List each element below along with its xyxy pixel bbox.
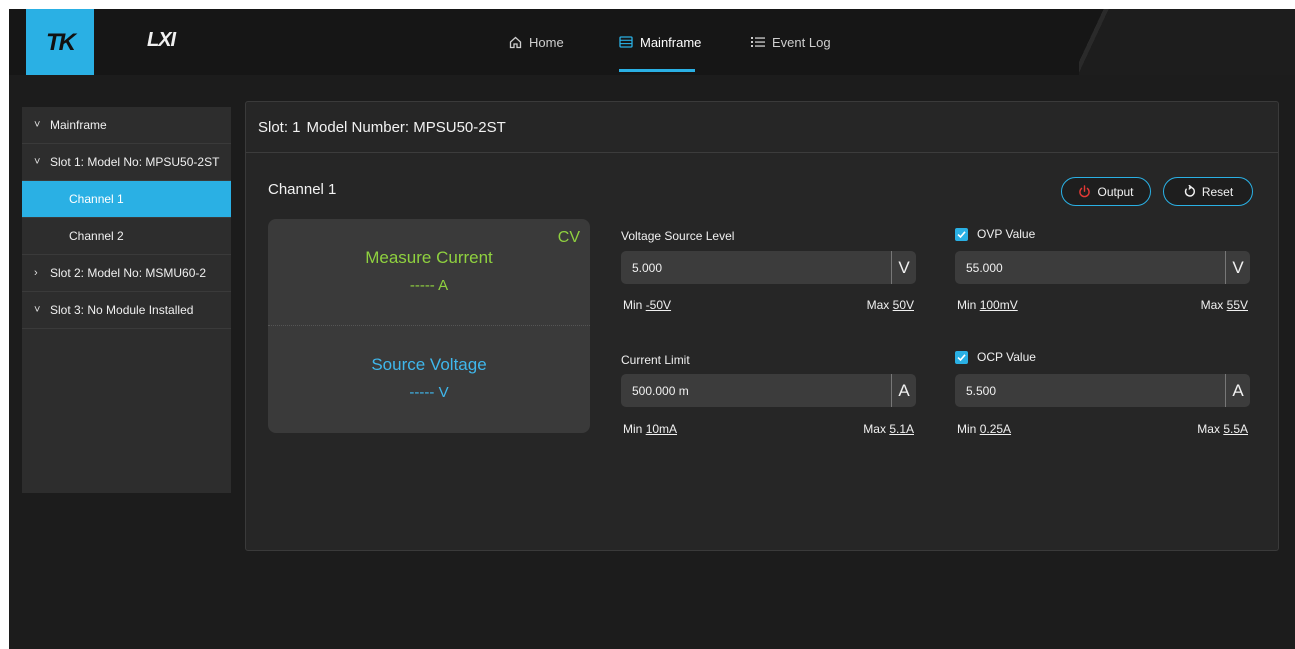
sidebar-item-label: Channel 2 [69, 229, 124, 243]
sidebar-item-slot-3[interactable]: ˅ Slot 3: No Module Installed [22, 292, 231, 329]
sidebar-item-label: Channel 1 [69, 192, 124, 206]
output-button[interactable]: Output [1061, 177, 1151, 206]
source-voltage-value: ----- V [409, 384, 449, 401]
ovp-label-row: OVP Value [955, 227, 1035, 241]
voltage-unit: V [891, 251, 916, 284]
chevron-right-icon: › [34, 267, 38, 279]
mode-indicator: CV [557, 229, 580, 246]
sidebar-item-label: Slot 2: Model No: MSMU60-2 [50, 266, 207, 280]
ovp-min: 100mV [979, 298, 1018, 312]
ovp-max: 55V [1226, 298, 1248, 312]
min-prefix: Min [957, 298, 977, 312]
voltage-source-min: -50V [645, 298, 672, 312]
max-prefix: Max [1197, 422, 1220, 436]
current-limit-input[interactable] [621, 374, 891, 407]
lxi-logo: LXI [147, 29, 176, 51]
nav-home-label: Home [529, 34, 564, 50]
sidebar-item-label: Slot 1: Model No: MPSU50-2ST [50, 155, 220, 169]
channel-title: Channel 1 [268, 181, 337, 198]
sidebar: ˅ Mainframe ˅ Slot 1: Model No: MPSU50-2… [22, 107, 231, 493]
ocp-label-row: OCP Value [955, 350, 1036, 364]
max-prefix: Max [1200, 298, 1224, 312]
min-prefix: Min [957, 422, 977, 436]
ovp-field: V [955, 251, 1250, 284]
nav-home[interactable]: Home [509, 9, 564, 75]
check-icon [957, 353, 966, 361]
current-limit-label: Current Limit [621, 353, 690, 367]
ovp-unit: V [1225, 251, 1250, 284]
chevron-down-icon: ˅ [34, 304, 41, 316]
reset-icon [1183, 185, 1196, 198]
sidebar-item-channel-2[interactable]: Channel 2 [22, 218, 231, 255]
current-unit: A [891, 374, 916, 407]
header-decoration [1079, 9, 1295, 75]
min-prefix: Min [623, 422, 643, 436]
sidebar-item-slot-2[interactable]: › Slot 2: Model No: MSMU60-2 [22, 255, 231, 292]
ocp-max: 5.5A [1223, 422, 1248, 436]
current-limit-max: 5.1A [889, 422, 914, 436]
chevron-down-icon: ˅ [34, 156, 41, 168]
mainframe-icon [619, 36, 633, 48]
voltage-source-input[interactable] [621, 251, 891, 284]
channel-panel: Slot: 1 Model Number: MPSU50-2ST Channel… [245, 101, 1279, 551]
nav-mainframe[interactable]: Mainframe [619, 9, 701, 75]
current-limit-min: 10mA [645, 422, 678, 436]
model-number-label: Model Number: MPSU50-2ST [306, 118, 506, 136]
measure-current-value: ----- A [409, 277, 449, 294]
app-window: TK LXI Home Mainframe Event Log ˅ Mainfr… [9, 9, 1295, 649]
reset-button-label: Reset [1201, 184, 1234, 199]
max-prefix: Max [863, 422, 886, 436]
nav-mainframe-label: Mainframe [640, 34, 702, 50]
ovp-label: OVP Value [977, 227, 1036, 241]
voltage-source-field: V [621, 251, 916, 284]
home-icon [509, 36, 522, 49]
ocp-field: A [955, 374, 1250, 407]
source-voltage-label: Source Voltage [371, 355, 487, 374]
sidebar-item-mainframe[interactable]: ˅ Mainframe [22, 107, 231, 144]
slot-label: Slot: 1 [258, 118, 301, 136]
ocp-checkbox[interactable] [955, 350, 968, 364]
list-icon [751, 36, 765, 48]
ocp-min: 0.25A [979, 422, 1012, 436]
nav-active-indicator [619, 69, 695, 72]
output-button-label: Output [1097, 184, 1134, 199]
measure-current-label: Measure Current [365, 248, 493, 267]
nav-event-log[interactable]: Event Log [751, 9, 831, 75]
sidebar-item-label: Mainframe [50, 118, 107, 132]
nav-event-log-label: Event Log [772, 34, 831, 50]
sidebar-item-label: Slot 3: No Module Installed [50, 303, 194, 317]
measurement-divider [268, 325, 590, 326]
power-icon [1078, 185, 1091, 198]
chevron-down-icon: ˅ [34, 119, 41, 131]
check-icon [957, 230, 966, 238]
sidebar-item-channel-1[interactable]: Channel 1 [22, 181, 231, 218]
min-prefix: Min [623, 298, 643, 312]
current-limit-field: A [621, 374, 916, 407]
ovp-input[interactable] [955, 251, 1225, 284]
voltage-source-label: Voltage Source Level [621, 229, 735, 243]
ovp-checkbox[interactable] [955, 227, 968, 241]
brand-logo[interactable]: TK [26, 9, 94, 75]
ocp-input[interactable] [955, 374, 1225, 407]
reset-button[interactable]: Reset [1163, 177, 1253, 206]
top-bar: TK LXI Home Mainframe Event Log [9, 9, 1295, 75]
voltage-source-max: 50V [892, 298, 914, 312]
measurement-display: CV Measure Current ----- A Source Voltag… [268, 219, 590, 433]
brand-logo-text: TK [46, 29, 76, 56]
panel-header: Slot: 1 Model Number: MPSU50-2ST [246, 102, 1278, 153]
ocp-unit: A [1225, 374, 1250, 407]
sidebar-item-slot-1[interactable]: ˅ Slot 1: Model No: MPSU50-2ST [22, 144, 231, 181]
max-prefix: Max [866, 298, 890, 312]
ocp-label: OCP Value [977, 350, 1036, 364]
